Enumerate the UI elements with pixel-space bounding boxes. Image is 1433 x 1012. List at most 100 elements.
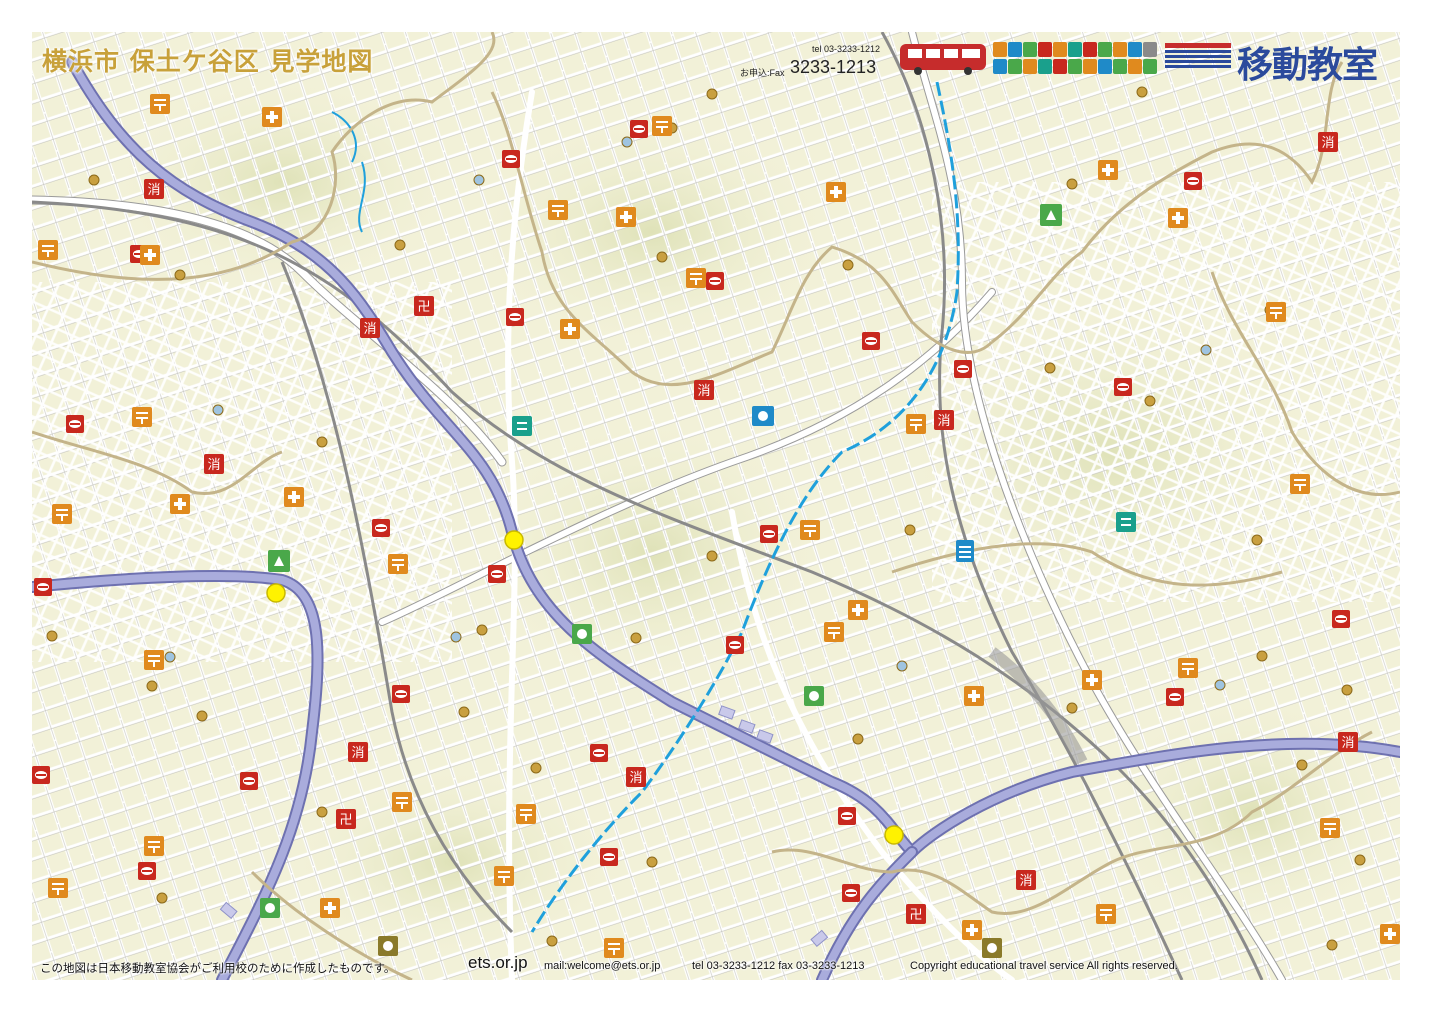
park-icon: [268, 550, 290, 572]
school-icon: [993, 59, 1007, 74]
header-tel: tel 03-3233-1212: [812, 44, 881, 54]
station-marker: [266, 583, 286, 603]
fire-station-icon: 消: [1318, 132, 1338, 152]
swastika-icon: 卍: [414, 296, 434, 316]
temple-icon: [506, 308, 524, 326]
hospital-icon: [284, 487, 304, 507]
fire-station-icon: 消: [1016, 870, 1036, 890]
svg-text:消: 消: [697, 384, 710, 399]
swastika-icon: 卍: [336, 809, 356, 829]
hospital-icon: [140, 245, 160, 265]
temple-icon: [32, 766, 50, 784]
temple-icon: [1166, 688, 1184, 706]
temple-icon: [726, 636, 744, 654]
svg-text:卍: 卍: [417, 300, 430, 315]
temple-icon: [1114, 378, 1132, 396]
fire-station-icon: 消: [360, 318, 380, 338]
temple-icon: [138, 862, 156, 880]
fire-station-icon: 消: [1338, 732, 1358, 752]
svg-text:消: 消: [1341, 736, 1354, 751]
temple-icon: [392, 685, 410, 703]
park-icon: [378, 936, 398, 956]
temple-icon: [600, 848, 618, 866]
school-icon: [48, 878, 68, 898]
map-canvas[interactable]: 消 消 消 消 消 消 消 消 消 消 卍 卍 卍: [32, 32, 1400, 980]
school-icon: [686, 268, 706, 288]
temple-icon: [502, 150, 520, 168]
hospital-icon: [826, 182, 846, 202]
footer-site-link[interactable]: ets.or.jp: [468, 953, 528, 973]
school-icon: [993, 42, 1007, 57]
street-grid-east: [932, 182, 1400, 602]
svg-text:消: 消: [147, 183, 160, 198]
park-icon: [1023, 59, 1037, 74]
library-icon: [1113, 42, 1127, 57]
museum-icon: [1098, 42, 1112, 57]
school-icon: [1178, 658, 1198, 678]
temple-icon: [1332, 610, 1350, 628]
hospital-icon: [962, 920, 982, 940]
hospital-icon: [1168, 208, 1188, 228]
park-icon: [572, 624, 592, 644]
school-icon: [800, 520, 820, 540]
temple-icon: [590, 744, 608, 762]
museum-icon: [1098, 59, 1112, 74]
hospital-icon: [262, 107, 282, 127]
hospital-icon: [1008, 59, 1022, 74]
school-icon: [388, 554, 408, 574]
temple-icon: [372, 519, 390, 537]
map[interactable]: 消 消 消 消 消 消 消 消 消 消 卍 卍 卍: [32, 32, 1400, 980]
school-icon: [150, 94, 170, 114]
footer-mail-link[interactable]: mail:welcome@ets.or.jp: [544, 960, 660, 972]
temple-icon: [706, 272, 724, 290]
hospital-icon: [320, 898, 340, 918]
pool-icon: [956, 540, 974, 562]
fire-station-icon: 消: [144, 179, 164, 199]
school-icon: [604, 938, 624, 958]
school-icon: [132, 407, 152, 427]
hospital-icon: [560, 319, 580, 339]
school-icon: [1096, 904, 1116, 924]
temple-icon: [954, 360, 972, 378]
school-icon: [1266, 302, 1286, 322]
temple-icon: [760, 525, 778, 543]
svg-text:消: 消: [351, 746, 364, 761]
police-icon: [1083, 42, 1097, 57]
park-icon: [1040, 204, 1062, 226]
museum-icon: [1116, 512, 1136, 532]
svg-text:消: 消: [937, 414, 950, 429]
hospital-icon: [848, 600, 868, 620]
hospital-icon: [616, 207, 636, 227]
svg-text:消: 消: [207, 458, 220, 473]
svg-text:消: 消: [1019, 874, 1032, 889]
school-icon: [494, 866, 514, 886]
school-icon: [1290, 474, 1310, 494]
fire-station-icon: 消: [694, 380, 714, 400]
pool-icon: [752, 406, 774, 426]
hospital-icon: [170, 494, 190, 514]
temple-icon: [842, 884, 860, 902]
museum-icon: [512, 416, 532, 436]
brand-stripes: [1165, 43, 1231, 73]
hospital-icon: [1008, 42, 1022, 57]
park-icon: [804, 686, 824, 706]
school-icon: [824, 622, 844, 642]
park-icon: [982, 938, 1002, 958]
temple-icon: [862, 332, 880, 350]
map-title: 横浜市 保土ケ谷区 見学地図: [42, 47, 374, 76]
shrine-icon: [1068, 42, 1082, 57]
footer-copyright: Copyright educational travel service All…: [910, 960, 1178, 972]
temple-icon: [240, 772, 258, 790]
svg-text:消: 消: [1321, 136, 1334, 151]
temple-icon: [630, 120, 648, 138]
brand-name: 移動教室: [1237, 45, 1378, 86]
hospital-icon: [964, 686, 984, 706]
footer-contact: tel 03-3233-1212 fax 03-3233-1213: [692, 960, 865, 972]
station-icon: [1143, 42, 1157, 57]
station-marker: [504, 530, 524, 550]
school-icon: [38, 240, 58, 260]
temple-icon: [34, 578, 52, 596]
school-icon: [144, 650, 164, 670]
station-marker: [884, 825, 904, 845]
temple-icon: [1053, 59, 1067, 74]
